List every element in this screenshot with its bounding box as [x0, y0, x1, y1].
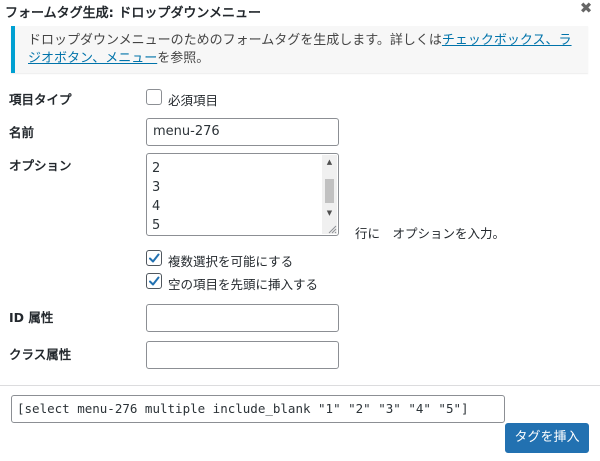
notice-text: ドロップダウンメニューのためのフォームタグを生成します。詳しくはチェックボックス… — [28, 32, 583, 68]
check-icon — [149, 253, 160, 263]
notice-text-before: ドロップダウンメニューのためのフォームタグを生成します。詳しくは — [28, 33, 442, 48]
info-notice: ドロップダウンメニューのためのフォームタグを生成します。詳しくはチェックボックス… — [11, 26, 588, 73]
name-label: 名前 — [9, 125, 35, 140]
multiple-checkbox-label: 複数選択を可能にする — [168, 254, 294, 269]
check-icon — [149, 276, 160, 286]
class-attr-input[interactable] — [146, 341, 339, 369]
close-icon[interactable]: ✖ — [578, 0, 594, 16]
name-input[interactable]: menu-276 — [146, 118, 339, 146]
options-lines: 2 3 4 5 — [152, 159, 317, 235]
required-checkbox-label: 必須項目 — [168, 93, 219, 108]
dialog-title: フォームタグ生成: ドロップダウンメニュー — [5, 6, 261, 21]
shortcode-output[interactable]: [select menu-276 multiple include_blank … — [11, 395, 505, 423]
options-label: オプション — [9, 158, 72, 173]
option-line: 5 — [152, 218, 161, 233]
include-blank-checkbox-label: 空の項目を先頭に挿入する — [168, 277, 319, 292]
insert-tag-button[interactable]: タグを挿入 — [505, 423, 589, 453]
id-attr-label: ID 属性 — [9, 310, 54, 325]
scroll-down-arrow-icon[interactable]: ▼ — [322, 206, 337, 220]
options-textarea[interactable]: 2 3 4 5 ▲ ▼ — [146, 153, 339, 236]
option-line: 3 — [152, 180, 161, 195]
required-checkbox[interactable] — [146, 89, 162, 105]
title-bar: フォームタグ生成: ドロップダウンメニュー ✖ — [0, 0, 600, 22]
option-line: 2 — [152, 161, 161, 176]
resize-grip-icon[interactable] — [325, 222, 337, 234]
footer-divider — [0, 385, 600, 386]
field-type-label: 項目タイプ — [9, 92, 72, 107]
id-attr-input[interactable] — [146, 304, 339, 332]
multiple-checkbox[interactable] — [146, 250, 162, 266]
tag-generator-dialog: フォームタグ生成: ドロップダウンメニュー ✖ ドロップダウンメニューのためのフ… — [0, 0, 600, 461]
include-blank-checkbox[interactable] — [146, 273, 162, 289]
options-hint: 行に オプションを入力。 — [355, 226, 506, 241]
scrollbar-thumb[interactable] — [325, 179, 334, 203]
option-line: 4 — [152, 199, 161, 214]
scroll-up-arrow-icon[interactable]: ▲ — [322, 155, 337, 169]
class-attr-label: クラス属性 — [9, 347, 72, 362]
notice-text-after: を参照。 — [157, 51, 210, 66]
